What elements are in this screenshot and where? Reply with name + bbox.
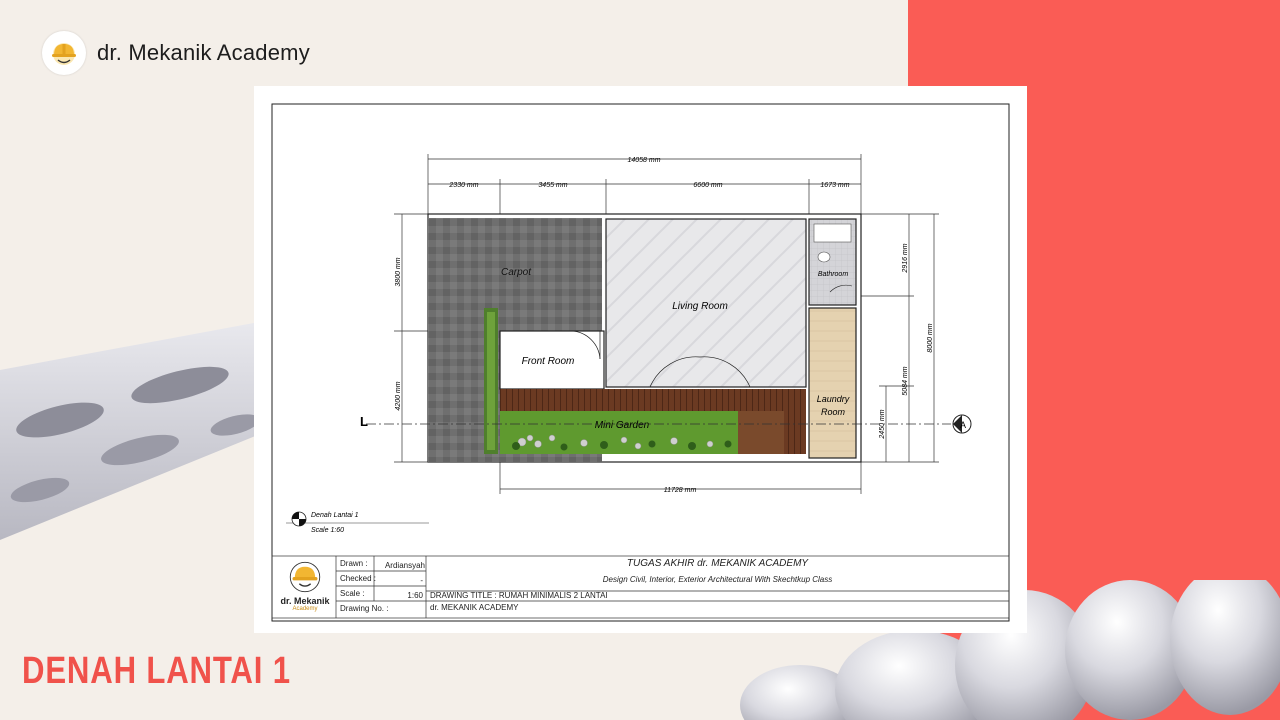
title-block-logo-line2: Academy [292,606,318,612]
tb-checked-value: - [420,576,423,585]
laundry-room [808,307,857,459]
dim-seg2: 3455 mm [538,182,567,189]
wooden-deck [500,389,784,411]
dim-seg1: 2330 mm [448,182,478,189]
dim-seg3: 6600 mm [693,182,722,189]
dim-left-lower: 4200 mm [395,381,402,410]
room-label-laundry-1: Laundry [817,394,850,404]
room-label-carport: Carpot [501,267,532,278]
tb-drawing-no-value: dr. MEKANIK ACADEMY [430,603,519,612]
decorative-3d-lattice [0,320,270,540]
room-label-laundry-2: Room [821,407,846,417]
helmet-logo-icon [42,31,86,75]
tb-scale-label: Scale : [340,589,365,598]
title-block-logo-line1: dr. Mekanik [280,596,330,606]
tb-drawing-no-label-text: Drawing No. [340,604,385,613]
tb-project-title: TUGAS AKHIR dr. MEKANIK ACADEMY [626,558,809,569]
floor-plan-drawing: 14058 mm 2330 mm 3455 mm 6600 mm 1673 mm… [271,103,1010,622]
dim-right-c: 2450 mm [879,409,886,439]
dim-right-a: 2916 mm [902,243,909,273]
room-label-front: Front Room [522,356,575,367]
section-marker-right: A [960,420,966,430]
tb-drawn-value: Ardiansyah [384,561,425,570]
tb-drawn-label-text: Drawn [340,559,364,568]
dim-left-upper: 3800 mm [395,257,402,286]
tb-checked-label: Checked : [340,574,377,583]
brand-name: dr. Mekanik Academy [97,40,310,65]
dim-total-top: 14058 mm [627,157,660,164]
tb-scale-value: 1:60 [407,591,423,600]
dim-bottom: 11728 mm [664,487,697,494]
dim-right-b: 5084 mm [902,366,909,395]
tb-checked-label-text: Checked [340,574,372,583]
dim-right-total: 8000 mm [927,323,934,352]
brand-header: dr. Mekanik Academy [42,31,310,75]
drawing-label-name: Denah Lantai 1 [311,512,359,519]
room-label-bathroom: Bathroom [818,271,849,278]
tb-drawn-label: Drawn : [340,559,368,568]
dim-seg4: 1673 mm [820,182,849,189]
title-block-logo-icon [288,560,322,594]
room-label-living: Living Room [672,301,728,312]
drawing-label-scale: Scale 1:60 [311,527,344,534]
tb-drawing-no-label: Drawing No. : [340,604,389,613]
page-title: DENAH LANTAI 1 [22,650,291,692]
mini-garden [500,411,738,454]
tb-project-subtitle: Design Civil, Interior, Exterior Archite… [602,575,833,584]
section-marker-left: L [360,414,368,429]
tb-scale-label-text: Scale [340,589,361,598]
tb-drawing-title: DRAWING TITLE : RUMAH MINIMALIS 2 LANTAI [430,591,608,600]
drawing-sheet: 14058 mm 2330 mm 3455 mm 6600 mm 1673 mm… [254,86,1027,633]
room-label-garden: Mini Garden [595,420,650,431]
